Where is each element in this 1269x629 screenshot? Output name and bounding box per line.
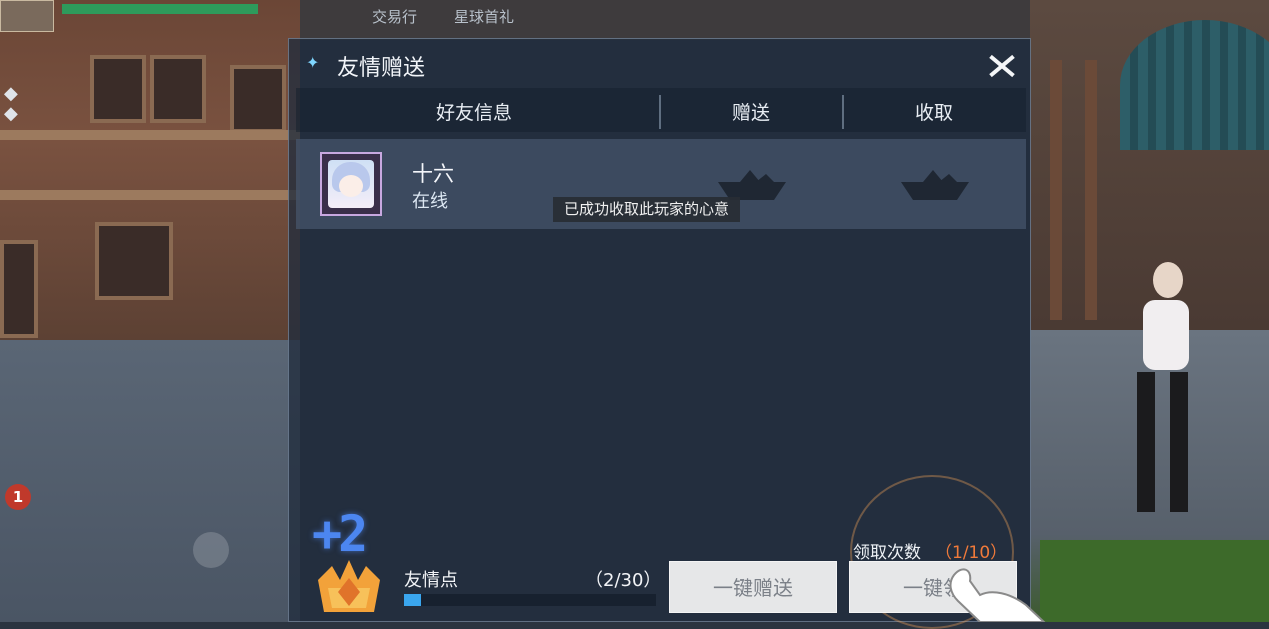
grass — [1040, 540, 1269, 622]
friendship-points-label: 友情点 — [404, 570, 458, 591]
pillar — [1085, 60, 1097, 320]
claim-count-value: （1/10） — [935, 543, 1008, 563]
joystick[interactable] — [193, 532, 229, 568]
column-divider — [842, 95, 844, 129]
close-icon[interactable] — [985, 50, 1019, 82]
friend-name: 十六 — [412, 162, 454, 186]
friend-status: 在线 — [412, 191, 448, 212]
send-all-button[interactable]: 一键赠送 — [669, 561, 837, 613]
column-receive: 收取 — [915, 102, 954, 124]
column-friend-info: 好友信息 — [436, 102, 513, 124]
tap-hand-icon — [949, 568, 1046, 622]
toast-message: 已成功收取此玩家的心意 — [553, 197, 741, 222]
player-avatar-corner[interactable] — [0, 0, 54, 32]
friendship-crown-icon — [318, 560, 380, 612]
plaza-left — [0, 340, 300, 622]
friendship-points-bar — [404, 594, 656, 606]
column-send: 赠送 — [732, 102, 771, 124]
column-divider — [659, 95, 661, 129]
dialog-title: 友情赠送 — [337, 56, 426, 81]
hud-tab-trade[interactable]: 交易行 — [372, 6, 417, 27]
diamond-sparkle-icon: ✦ — [306, 53, 320, 72]
friend-avatar[interactable] — [320, 152, 382, 216]
claim-count-label: 领取次数 — [853, 543, 921, 563]
hp-bar-fill — [62, 4, 258, 14]
pillar — [1050, 60, 1062, 320]
notification-badge[interactable]: 1 — [5, 484, 31, 510]
menu-diamond-icon[interactable]: ◆ ◆ — [4, 84, 28, 128]
friendship-points-bar-fill — [404, 594, 421, 606]
points-gain-popup: +2 — [312, 505, 368, 563]
building-left — [0, 0, 300, 350]
hp-bar — [62, 4, 258, 14]
receive-gift-icon[interactable] — [899, 168, 971, 202]
hud-tab-planet-gift[interactable]: 星球首礼 — [454, 6, 514, 27]
player-character — [1125, 262, 1197, 522]
dome — [1120, 20, 1269, 150]
friendship-points-count: （2/30） — [585, 570, 662, 591]
